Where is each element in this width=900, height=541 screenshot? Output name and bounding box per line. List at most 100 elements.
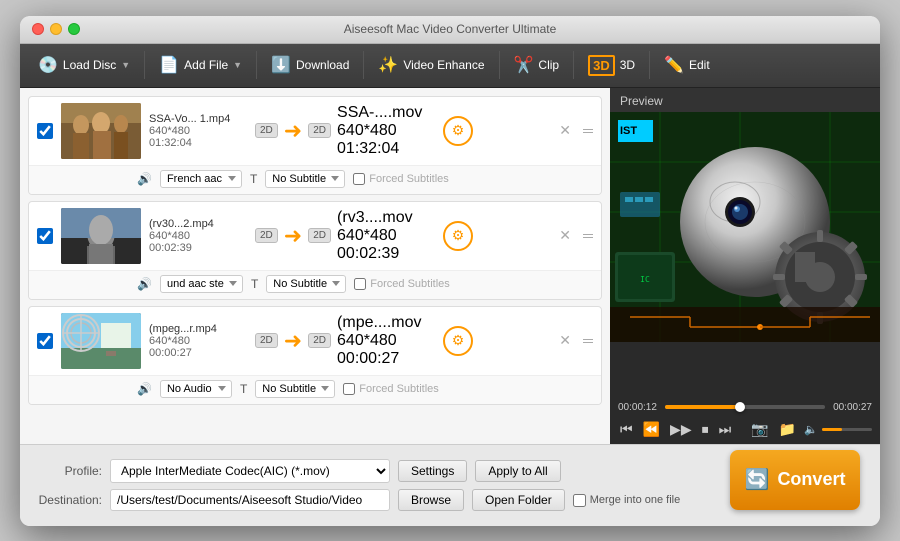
3d-button[interactable]: 3D 3D (578, 50, 645, 81)
stop-button[interactable]: ⏹ (700, 419, 711, 440)
file-2-forced-sub: Forced Subtitles (354, 278, 449, 290)
total-time: 00:00:27 (833, 402, 872, 413)
file-1-output-dur: 01:32:04 (337, 140, 437, 158)
file-2-quick-settings[interactable]: ⚙ (443, 221, 473, 251)
profile-row: Profile: Apple InterMediate Codec(AIC) (… (32, 459, 718, 483)
progress-bar[interactable] (665, 405, 825, 409)
file-3-audio-select[interactable]: No Audio (160, 380, 232, 398)
browse-button[interactable]: Browse (398, 489, 464, 511)
file-2-subtitle-select[interactable]: No Subtitle (266, 275, 346, 293)
playback-controls: ⏮ ⏪ ▶▶ ⏹ ⏭ 📷 📁 🔈 (618, 419, 872, 440)
play-button[interactable]: ▶▶ (668, 419, 694, 440)
traffic-lights (32, 23, 80, 35)
separator-4 (499, 51, 500, 79)
file-2-input-dur: 00:02:39 (149, 242, 249, 254)
disc-icon: 💿 (38, 55, 58, 75)
download-label: Download (296, 58, 349, 72)
file-1-badge-2d-out: 2D (308, 123, 331, 138)
preview-panel: Preview (610, 88, 880, 444)
enhance-icon: ✨ (378, 55, 398, 75)
file-3-checkbox[interactable] (37, 333, 53, 349)
file-3-subtitle-select[interactable]: No Subtitle (255, 380, 335, 398)
profile-select[interactable]: Apple InterMediate Codec(AIC) (*.mov) (110, 459, 390, 483)
video-enhance-button[interactable]: ✨ Video Enhance (368, 50, 494, 80)
file-1-audio-icon: 🔊 (137, 172, 152, 186)
file-3-forced-checkbox[interactable] (343, 383, 355, 395)
file-1-forced-checkbox[interactable] (353, 173, 365, 185)
main-area: SSA-Vo... 1.mp4 640*480 01:32:04 2D ➜ 2D… (20, 88, 880, 444)
dest-input[interactable] (110, 489, 390, 511)
clip-button[interactable]: ✂️ Clip (504, 50, 570, 80)
file-3-controls: 🔊 No Audio T No Subtitle Forced Subtitle… (29, 375, 601, 404)
file-list-panel: SSA-Vo... 1.mp4 640*480 01:32:04 2D ➜ 2D… (20, 88, 610, 444)
dropdown-arrow-icon: ▼ (121, 60, 130, 70)
close-button[interactable] (32, 23, 44, 35)
merge-label: Merge into one file (590, 494, 681, 506)
volume-track[interactable] (822, 428, 872, 431)
convert-button[interactable]: 🔄 Convert (730, 450, 860, 510)
screenshot-button[interactable]: 📷 (749, 419, 770, 440)
file-3-remove-button[interactable]: ✕ (555, 332, 575, 349)
file-3-output-info: (mpe....mov 640*480 00:00:27 (337, 314, 437, 368)
file-2-expand-button[interactable] (583, 234, 593, 238)
file-2-forced-label: Forced Subtitles (370, 278, 449, 290)
file-2-audio-select[interactable]: und aac ste (160, 275, 243, 293)
edit-button[interactable]: ✏️ Edit (654, 50, 720, 80)
file-3-quick-settings[interactable]: ⚙ (443, 326, 473, 356)
download-button[interactable]: ⬇️ Download (261, 50, 359, 80)
file-2-badge-2d-out: 2D (308, 228, 331, 243)
file-1-badge-2d-in: 2D (255, 123, 278, 138)
preview-label: Preview (610, 88, 880, 112)
file-item-3: (mpeg...r.mp4 640*480 00:00:27 2D ➜ 2D (… (28, 306, 602, 405)
quick-settings-icon-2: ⚙ (452, 227, 465, 244)
file-3-thumbnail (61, 313, 141, 369)
file-1-subtitle-icon: T (250, 172, 257, 186)
current-time: 00:00:12 (618, 402, 657, 413)
maximize-button[interactable] (68, 23, 80, 35)
file-item-3-main: (mpeg...r.mp4 640*480 00:00:27 2D ➜ 2D (… (29, 307, 601, 375)
file-3-forced-sub: Forced Subtitles (343, 383, 438, 395)
file-1-remove-button[interactable]: ✕ (555, 122, 575, 139)
file-1-expand-button[interactable] (583, 129, 593, 133)
merge-checkbox[interactable] (573, 494, 586, 507)
quick-settings-icon-3: ⚙ (452, 332, 465, 349)
step-back-button[interactable]: ⏪ (641, 419, 662, 440)
file-2-thumbnail (61, 208, 141, 264)
file-1-output-res: 640*480 (337, 122, 437, 140)
file-1-checkbox[interactable] (37, 123, 53, 139)
file-2-input-res: 640*480 (149, 230, 249, 242)
settings-button[interactable]: Settings (398, 460, 467, 482)
file-1-arrow-icon: ➜ (284, 120, 302, 142)
merge-row: Merge into one file (573, 494, 681, 507)
folder-button[interactable]: 📁 (777, 419, 798, 440)
bottom-bar: Profile: Apple InterMediate Codec(AIC) (… (20, 444, 880, 526)
file-3-input-res: 640*480 (149, 335, 249, 347)
title-bar: Aiseesoft Mac Video Converter Ultimate (20, 16, 880, 44)
add-file-arrow-icon: ▼ (233, 60, 242, 70)
profile-label: Profile: (32, 464, 102, 478)
file-2-remove-button[interactable]: ✕ (555, 227, 575, 244)
file-1-quick-settings[interactable]: ⚙ (443, 116, 473, 146)
skip-forward-button[interactable]: ⏭ (717, 419, 734, 440)
file-3-input-name: (mpeg...r.mp4 (149, 323, 249, 335)
file-3-expand-button[interactable] (583, 339, 593, 343)
open-folder-button[interactable]: Open Folder (472, 489, 565, 511)
file-2-forced-checkbox[interactable] (354, 278, 366, 290)
load-disc-button[interactable]: 💿 Load Disc ▼ (28, 50, 140, 80)
add-file-button[interactable]: 📄 Add File ▼ (149, 50, 252, 80)
file-1-subtitle-select[interactable]: No Subtitle (265, 170, 345, 188)
quick-settings-icon: ⚙ (452, 122, 465, 139)
skip-back-button[interactable]: ⏮ (618, 419, 635, 440)
volume-icon: 🔈 (804, 423, 818, 436)
file-3-forced-label: Forced Subtitles (359, 383, 438, 395)
main-window: Aiseesoft Mac Video Converter Ultimate 💿… (20, 16, 880, 526)
edit-icon: ✏️ (664, 55, 684, 75)
separator-3 (363, 51, 364, 79)
file-1-audio-select[interactable]: French aac (160, 170, 242, 188)
minimize-button[interactable] (50, 23, 62, 35)
file-2-checkbox[interactable] (37, 228, 53, 244)
file-3-output-name: (mpe....mov (337, 314, 437, 332)
preview-video: IC (610, 112, 880, 396)
apply-all-button[interactable]: Apply to All (475, 460, 560, 482)
file-1-output-name: SSA-....mov (337, 104, 437, 122)
